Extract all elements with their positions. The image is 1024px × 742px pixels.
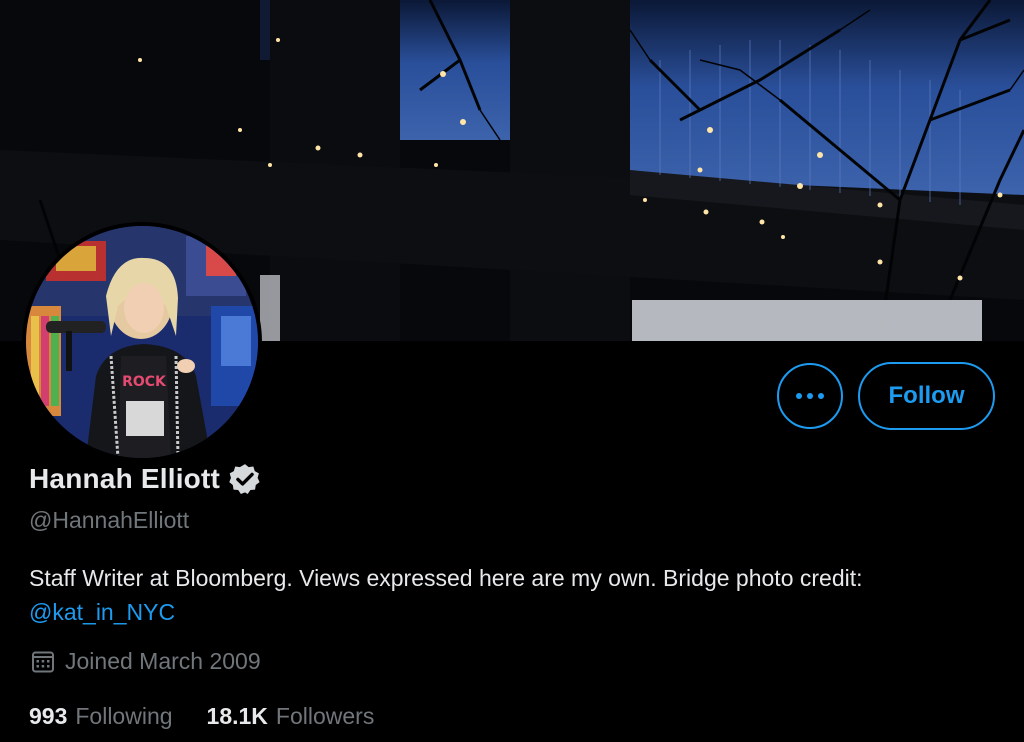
following-label: Following (75, 703, 173, 729)
joined-date: Joined March 2009 (31, 648, 261, 675)
following-link[interactable]: 993 Following (29, 703, 173, 730)
bio-text: Staff Writer at Bloomberg. Views express… (29, 565, 863, 591)
name-row: Hannah Elliott (29, 462, 262, 496)
followers-label: Followers (275, 703, 375, 729)
joined-text: Joined March 2009 (65, 648, 261, 674)
more-options-button[interactable] (777, 363, 843, 429)
profile-bio: Staff Writer at Bloomberg. Views express… (29, 561, 999, 629)
follow-stats: 993 Following 18.1K Followers (29, 703, 374, 730)
bio-mention-link[interactable]: @kat_in_NYC (29, 599, 175, 625)
profile-avatar[interactable]: ROCK (22, 222, 262, 462)
following-count: 993 (29, 703, 68, 729)
avatar-photo: ROCK (26, 226, 258, 458)
followers-count: 18.1K (206, 703, 268, 729)
verified-badge-icon[interactable] (228, 462, 262, 496)
follow-button[interactable]: Follow (858, 362, 995, 430)
svg-text:ROCK: ROCK (122, 374, 167, 390)
display-name: Hannah Elliott (29, 463, 221, 494)
calendar-icon (31, 650, 55, 674)
user-handle: @HannahElliott (29, 507, 190, 533)
followers-link[interactable]: 18.1K Followers (207, 703, 375, 730)
more-dots-icon (796, 393, 824, 399)
